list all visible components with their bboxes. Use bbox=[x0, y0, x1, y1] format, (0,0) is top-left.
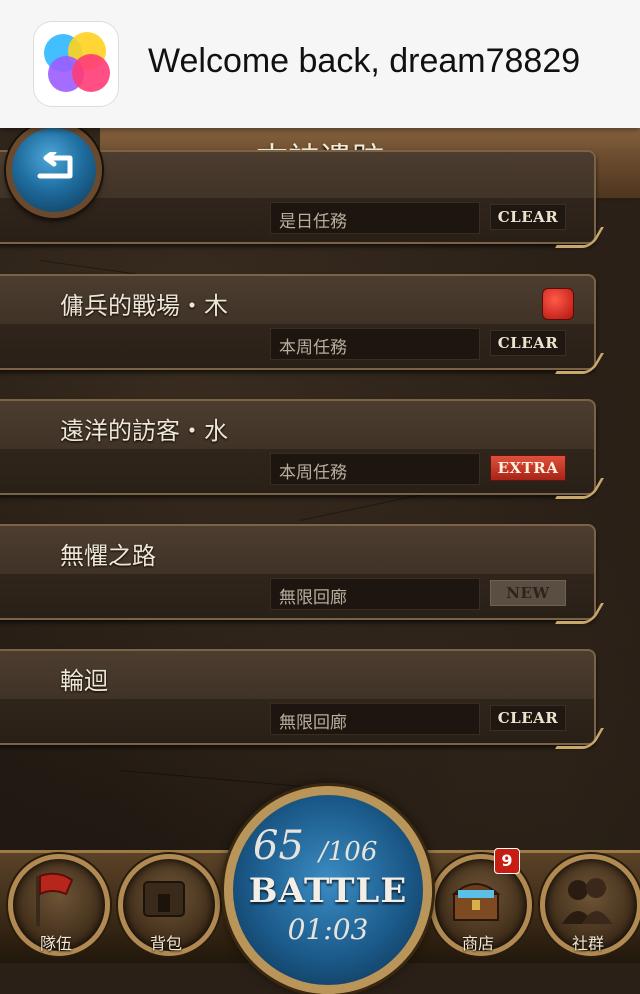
back-button[interactable] bbox=[6, 122, 102, 218]
quest-title: 傭兵的戰場・木 bbox=[60, 292, 228, 320]
game-center-banner[interactable]: Welcome back, dream78829 bbox=[0, 0, 640, 128]
quest-item[interactable]: 輪迴 無限回廊 CLEAR bbox=[0, 649, 605, 749]
battle-label: BATTLE bbox=[248, 871, 408, 911]
quest-type: 本周任務 bbox=[279, 338, 347, 358]
back-arrow-icon bbox=[37, 152, 73, 179]
status-badge: CLEAR bbox=[490, 330, 566, 356]
status-badge: CLEAR bbox=[490, 705, 566, 731]
status-badge: CLEAR bbox=[490, 204, 566, 230]
nav-shop-label: 商店 bbox=[461, 934, 494, 953]
nav-social-label: 社群 bbox=[571, 934, 604, 953]
status-badge: NEW bbox=[490, 580, 566, 606]
battle-button[interactable]: 65 /106 BATTLE 01:03 bbox=[224, 786, 432, 994]
quest-type-box: 是日任務 bbox=[270, 202, 480, 234]
nav-team-label: 隊伍 bbox=[39, 934, 72, 953]
welcome-message: Welcome back, dream78829 bbox=[148, 42, 581, 80]
stamina-current: 65 bbox=[253, 823, 304, 869]
game-center-icon bbox=[34, 22, 118, 106]
quest-type: 無限回廊 bbox=[279, 588, 347, 608]
quest-type-box: 無限回廊 bbox=[270, 578, 480, 610]
quest-type: 無限回廊 bbox=[279, 713, 347, 733]
stamina-timer: 01:03 bbox=[287, 913, 369, 946]
quest-type-box: 本周任務 bbox=[270, 328, 480, 360]
quest-title: 輪迴 bbox=[60, 667, 108, 695]
nav-bag-label: 背包 bbox=[149, 934, 182, 953]
quest-type: 是日任務 bbox=[279, 212, 347, 232]
quest-item[interactable]: 遠洋的訪客・水 本周任務 EXTRA bbox=[0, 399, 605, 499]
quest-title: 遠洋的訪客・水 bbox=[60, 417, 228, 445]
quest-type: 本周任務 bbox=[279, 463, 347, 483]
quest-title: 無懼之路 bbox=[60, 542, 156, 570]
quest-item[interactable]: 傭兵的戰場・木 本周任務 CLEAR bbox=[0, 274, 605, 374]
quest-type-box: 無限回廊 bbox=[270, 703, 480, 735]
status-badge: EXTRA bbox=[490, 455, 566, 481]
shop-notification-badge: 9 bbox=[494, 848, 520, 874]
quest-item[interactable]: 無懼之路 無限回廊 NEW bbox=[0, 524, 605, 624]
stamina-max: /106 bbox=[319, 837, 378, 867]
wood-element-icon bbox=[542, 288, 574, 320]
quest-type-box: 本周任務 bbox=[270, 453, 480, 485]
